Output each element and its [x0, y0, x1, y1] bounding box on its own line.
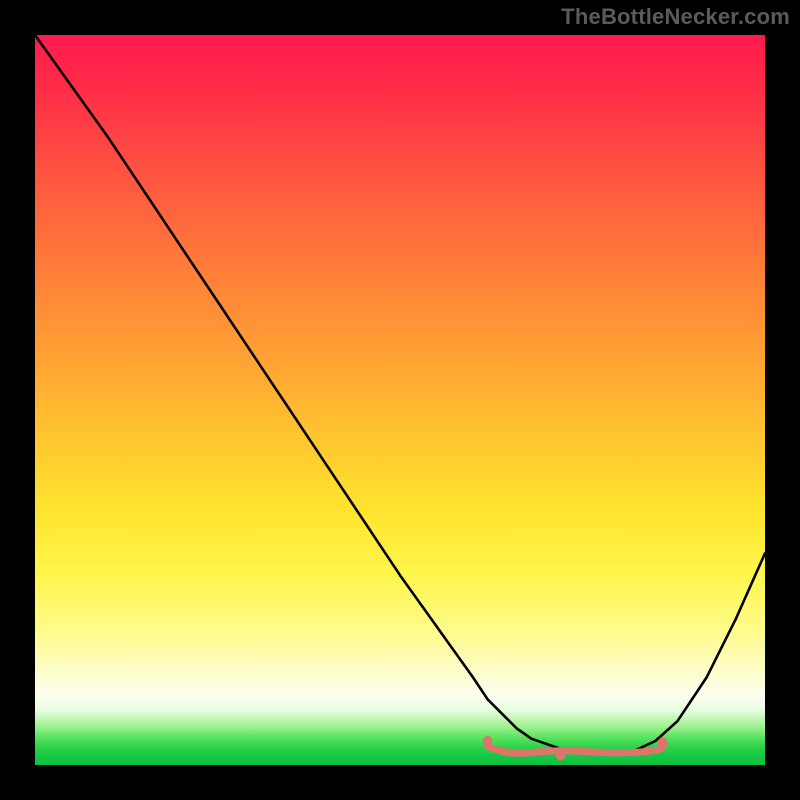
watermark-text: TheBottleNecker.com	[561, 4, 790, 30]
gradient-background	[35, 35, 765, 765]
chart-stage: TheBottleNecker.com	[0, 0, 800, 800]
plot-area	[35, 35, 765, 765]
